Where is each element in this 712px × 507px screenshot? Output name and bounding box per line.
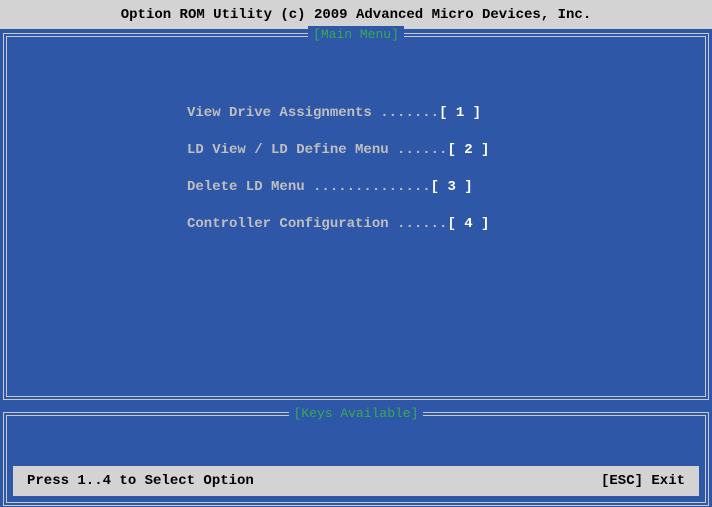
menu-item-delete-ld[interactable]: Delete LD Menu ..............[ 3 ] bbox=[187, 179, 489, 197]
menu-item-dots: ...... bbox=[388, 142, 448, 158]
menu-item-controller-configuration[interactable]: Controller Configuration ......[ 4 ] bbox=[187, 216, 489, 234]
menu-item-key: [ 2 ] bbox=[447, 142, 490, 158]
menu-item-view-drive-assignments[interactable]: View Drive Assignments .......[ 1 ] bbox=[187, 105, 489, 123]
main-menu-list: View Drive Assignments .......[ 1 ] LD V… bbox=[187, 105, 489, 253]
keys-title-wrap: [Keys Available] bbox=[7, 405, 705, 423]
menu-item-label: LD View / LD Define Menu bbox=[187, 142, 389, 158]
menu-item-ld-view-define[interactable]: LD View / LD Define Menu ......[ 2 ] bbox=[187, 142, 489, 160]
status-line: Press 1..4 to Select Option [ESC] Exit bbox=[13, 466, 699, 496]
menu-item-key: [ 4 ] bbox=[447, 216, 490, 232]
menu-item-dots: .............. bbox=[304, 179, 431, 195]
keys-available-panel: [Keys Available] Press 1..4 to Select Op… bbox=[3, 405, 709, 506]
main-menu-title-wrap: [Main Menu] bbox=[7, 26, 705, 44]
main-menu-panel: [Main Menu] View Drive Assignments .....… bbox=[3, 26, 709, 400]
main-menu-title: [Main Menu] bbox=[308, 26, 404, 44]
menu-item-label: Delete LD Menu bbox=[187, 179, 305, 195]
bios-screen: Option ROM Utility (c) 2009 Advanced Mic… bbox=[0, 0, 712, 507]
menu-item-label: View Drive Assignments bbox=[187, 105, 372, 121]
menu-item-dots: ....... bbox=[371, 105, 440, 121]
keys-available-title: [Keys Available] bbox=[288, 405, 424, 423]
menu-item-key: [ 3 ] bbox=[430, 179, 473, 195]
title-text: Option ROM Utility (c) 2009 Advanced Mic… bbox=[120, 6, 592, 23]
menu-item-label: Controller Configuration bbox=[187, 216, 389, 232]
esc-exit-key[interactable]: [ESC] Exit bbox=[601, 473, 685, 489]
menu-item-key: [ 1 ] bbox=[439, 105, 482, 121]
title-bar: Option ROM Utility (c) 2009 Advanced Mic… bbox=[0, 0, 712, 29]
select-option-hint: Press 1..4 to Select Option bbox=[27, 473, 254, 489]
menu-item-dots: ...... bbox=[388, 216, 448, 232]
